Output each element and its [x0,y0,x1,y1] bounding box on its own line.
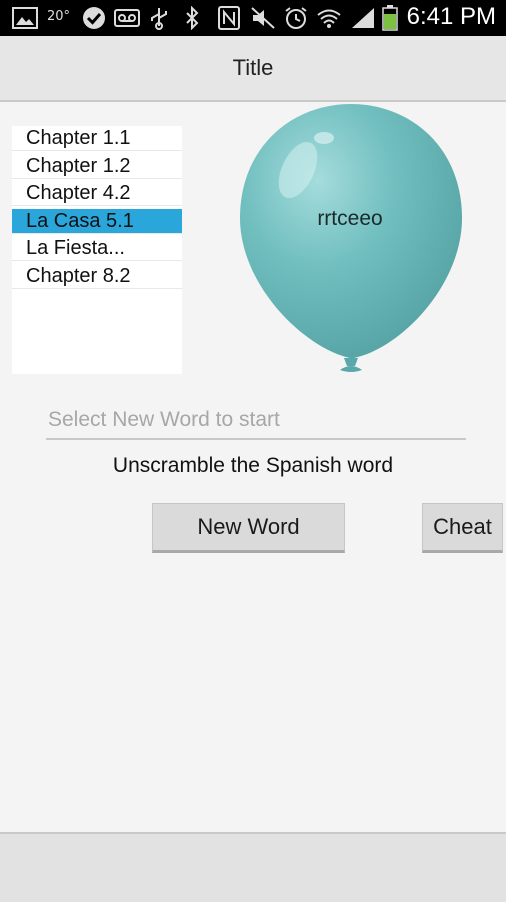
gallery-icon [12,6,38,30]
chapter-list-item[interactable]: La Fiesta... [12,236,182,262]
nfc-icon [218,6,240,30]
status-bar: 20° 6:41 PM [0,0,506,36]
voicemail-icon [114,6,140,30]
answer-input[interactable] [46,402,466,440]
balloon-image [240,104,462,372]
chapter-list-item-selected[interactable]: La Casa 5.1 [12,208,182,234]
app-title-bar: Title [0,36,506,102]
usb-icon [148,6,170,30]
chapter-list-item[interactable]: Chapter 8.2 [12,263,182,289]
check-circle-icon [82,6,106,30]
battery-icon [382,5,398,31]
signal-icon [350,6,376,30]
mute-icon [250,6,276,30]
clock-text: 6:41 PM [406,3,496,30]
alarm-icon [283,6,309,30]
instruction-text: Unscramble the Spanish word [112,454,394,477]
bottom-bar [0,832,506,902]
chapter-list-item[interactable]: Chapter 1.1 [12,126,182,151]
new-word-button[interactable]: New Word [152,503,345,553]
temperature-text: 20° [47,9,71,24]
chapter-list-item[interactable]: Chapter 4.2 [12,181,182,207]
chapter-list[interactable]: Chapter 1.1 Chapter 1.2 Chapter 4.2 La C… [12,126,182,374]
chapter-list-item[interactable]: Chapter 1.2 [12,153,182,179]
bluetooth-icon [184,6,200,30]
cheat-button[interactable]: Cheat [422,503,503,553]
page-title: Title [232,55,274,80]
wifi-icon [316,6,342,30]
scrambled-word: rrtceeo [317,207,383,230]
